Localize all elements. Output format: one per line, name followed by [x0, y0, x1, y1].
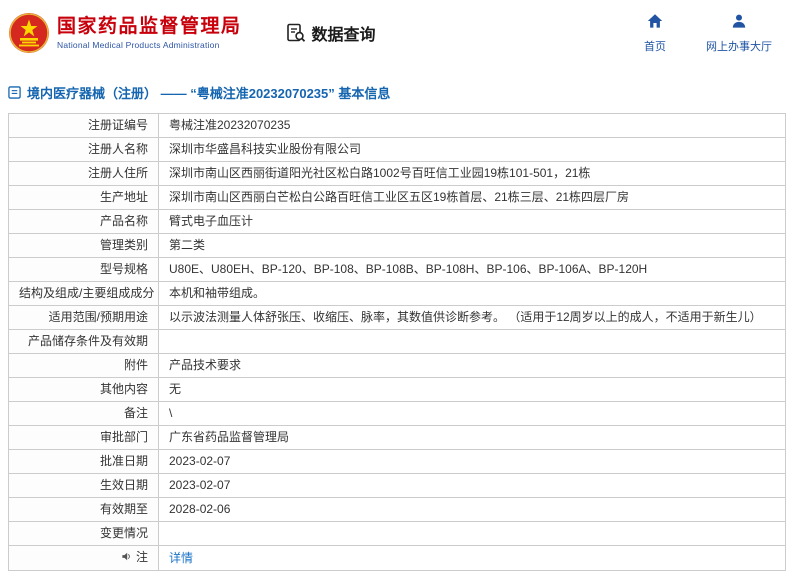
- row-value: 本机和袖带组成。: [158, 281, 786, 306]
- table-row: 批准日期 2023-02-07: [8, 449, 786, 474]
- home-icon: [647, 13, 663, 34]
- row-value: 2028-02-06: [158, 497, 786, 522]
- table-row: 生效日期 2023-02-07: [8, 473, 786, 498]
- table-row: 生产地址 深圳市南山区西丽白芒松白公路百旺信工业区五区19栋首层、21栋三层、21…: [8, 185, 786, 210]
- data-query-heading: 数据查询: [286, 21, 376, 45]
- row-label: 型号规格: [8, 257, 159, 282]
- row-label: 有效期至: [8, 497, 159, 522]
- row-label: 变更情况: [8, 521, 159, 546]
- row-label: 生产地址: [8, 185, 159, 210]
- table-row: 结构及组成/主要组成成分 本机和袖带组成。: [8, 281, 786, 306]
- org-names: 国家药品监督管理局 National Medical Products Admi…: [57, 16, 242, 51]
- row-value: 以示波法测量人体舒张压、收缩压、脉率，其数值供诊断参考。 （适用于12周岁以上的…: [158, 305, 786, 330]
- row-label: 注册证编号: [8, 113, 159, 138]
- table-row: 适用范围/预期用途 以示波法测量人体舒张压、收缩压、脉率，其数值供诊断参考。 （适…: [8, 305, 786, 330]
- table-row: 注册人住所 深圳市南山区西丽街道阳光社区松白路1002号百旺信工业园19栋101-…: [8, 161, 786, 186]
- site-header: 国家药品监督管理局 National Medical Products Admi…: [0, 0, 794, 66]
- row-value: 2023-02-07: [158, 473, 786, 498]
- data-query-label: 数据查询: [311, 27, 376, 44]
- table-row: 型号规格 U80E、U80EH、BP-120、BP-108、BP-108B、BP-…: [8, 257, 786, 282]
- national-emblem-icon: [8, 10, 50, 56]
- row-value: 臂式电子血压计: [158, 209, 786, 234]
- table-row: 注册人名称 深圳市华盛昌科技实业股份有限公司: [8, 137, 786, 162]
- row-label: 审批部门: [8, 425, 159, 450]
- row-value: 第二类: [158, 233, 786, 258]
- page-title: 境内医疗器械（注册） —— “粤械注准20232070235” 基本信息: [27, 86, 391, 101]
- row-value: 广东省药品监督管理局: [158, 425, 786, 450]
- row-label: 结构及组成/主要组成成分: [8, 281, 159, 306]
- row-value: [158, 521, 786, 546]
- row-value: 深圳市华盛昌科技实业股份有限公司: [158, 137, 786, 162]
- nav-online-service-hall-label: 网上办事大厅: [706, 40, 772, 53]
- row-label: 注: [8, 545, 159, 571]
- row-value: 深圳市南山区西丽白芒松白公路百旺信工业区五区19栋首层、21栋三层、21栋四层厂…: [158, 185, 786, 210]
- table-row: 有效期至 2028-02-06: [8, 497, 786, 522]
- row-label: 注册人住所: [8, 161, 159, 186]
- table-row: 产品储存条件及有效期: [8, 329, 786, 354]
- registration-doc-icon: [8, 86, 21, 99]
- row-label: 产品储存条件及有效期: [8, 329, 159, 354]
- table-row: 其他内容无: [8, 377, 786, 402]
- table-row: 注详情: [8, 545, 786, 571]
- table-row: 注册证编号 粤械注准20232070235: [8, 113, 786, 138]
- row-value: 产品技术要求: [158, 353, 786, 378]
- person-icon: [731, 13, 747, 34]
- table-row: 附件 产品技术要求: [8, 353, 786, 378]
- row-value: 详情: [158, 545, 786, 571]
- row-label: 适用范围/预期用途: [8, 305, 159, 330]
- row-label: 生效日期: [8, 473, 159, 498]
- row-value: \: [158, 401, 786, 426]
- nav-online-service-hall[interactable]: 网上办事大厅: [706, 13, 772, 54]
- nav-home[interactable]: 首页: [644, 13, 666, 54]
- row-label: 注册人名称: [8, 137, 159, 162]
- nav-home-label: 首页: [644, 40, 666, 53]
- site-logo: 国家药品监督管理局 National Medical Products Admi…: [8, 10, 242, 56]
- row-value: 2023-02-07: [158, 449, 786, 474]
- row-label: 附件: [8, 353, 159, 378]
- row-value: [158, 329, 786, 354]
- row-value: 深圳市南山区西丽街道阳光社区松白路1002号百旺信工业园19栋101-501，2…: [158, 161, 786, 186]
- row-label: 备注: [8, 401, 159, 426]
- row-value: 无: [158, 377, 786, 402]
- table-row: 审批部门 广东省药品监督管理局: [8, 425, 786, 450]
- row-value: 粤械注准20232070235: [158, 113, 786, 138]
- row-value: U80E、U80EH、BP-120、BP-108、BP-108B、BP-108H…: [158, 257, 786, 282]
- row-label: 产品名称: [8, 209, 159, 234]
- registration-info-table: 注册证编号 粤械注准20232070235 注册人名称 深圳市华盛昌科技实业股份有限公…: [8, 113, 786, 571]
- breadcrumb: 境内医疗器械（注册） —— “粤械注准20232070235” 基本信息: [8, 83, 786, 102]
- org-name-en: National Medical Products Administration: [57, 40, 220, 51]
- org-name-zh: 国家药品监督管理局: [57, 15, 242, 37]
- speaker-icon: [121, 551, 132, 566]
- table-row: 产品名称 臂式电子血压计: [8, 209, 786, 234]
- row-label: 批准日期: [8, 449, 159, 474]
- row-label: 其他内容: [8, 377, 159, 402]
- table-row: 管理类别 第二类: [8, 233, 786, 258]
- table-row: 变更情况: [8, 521, 786, 546]
- row-label: 管理类别: [8, 233, 159, 258]
- info-table-body: 注册证编号 粤械注准20232070235 注册人名称 深圳市华盛昌科技实业股份有限公…: [8, 113, 786, 571]
- table-row: 备注 \: [8, 401, 786, 426]
- search-document-icon: [286, 23, 306, 43]
